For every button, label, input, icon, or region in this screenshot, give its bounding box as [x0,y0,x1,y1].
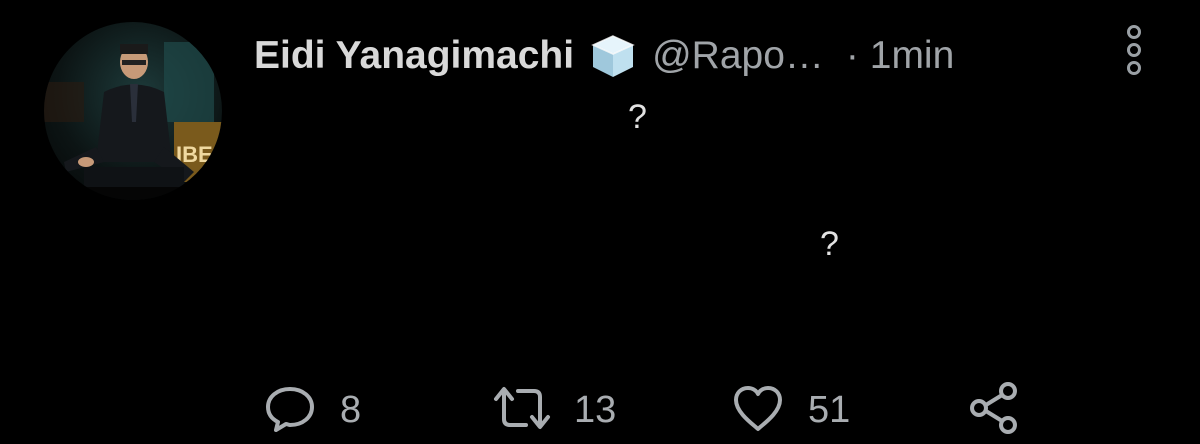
avatar-image: IBE [44,22,222,200]
retweet-icon [492,383,552,438]
reply-icon [262,383,318,438]
share-icon [966,381,1022,440]
tweet-card: IBE Eidi Yanagimachi @Rapo… · 1min ? ? 8… [0,0,1200,444]
ice-cube-icon [588,31,638,81]
timestamp-value: 1min [869,34,955,77]
retweet-button[interactable]: 13 [492,380,616,440]
tweet-actions: 8 13 51 [0,380,1200,440]
share-button[interactable] [966,380,1022,440]
author-handle[interactable]: @Rapo… [652,34,824,78]
like-count: 51 [808,388,851,431]
reply-count: 8 [340,388,362,431]
more-options-icon[interactable] [1120,24,1148,76]
heart-icon [730,383,786,438]
tweet-text-line-2: ? [820,225,839,263]
retweet-count: 13 [574,388,617,431]
reply-button[interactable]: 8 [262,380,361,440]
tweet-text-line-1: ? [628,98,647,136]
tweet-header: Eidi Yanagimachi @Rapo… · 1min [254,26,954,86]
author-display-name[interactable]: Eidi Yanagimachi [254,34,574,78]
like-button[interactable]: 51 [730,380,850,440]
tweet-timestamp[interactable]: · 1min [846,34,954,78]
avatar[interactable]: IBE [44,22,222,200]
timestamp-separator: · [845,34,859,77]
